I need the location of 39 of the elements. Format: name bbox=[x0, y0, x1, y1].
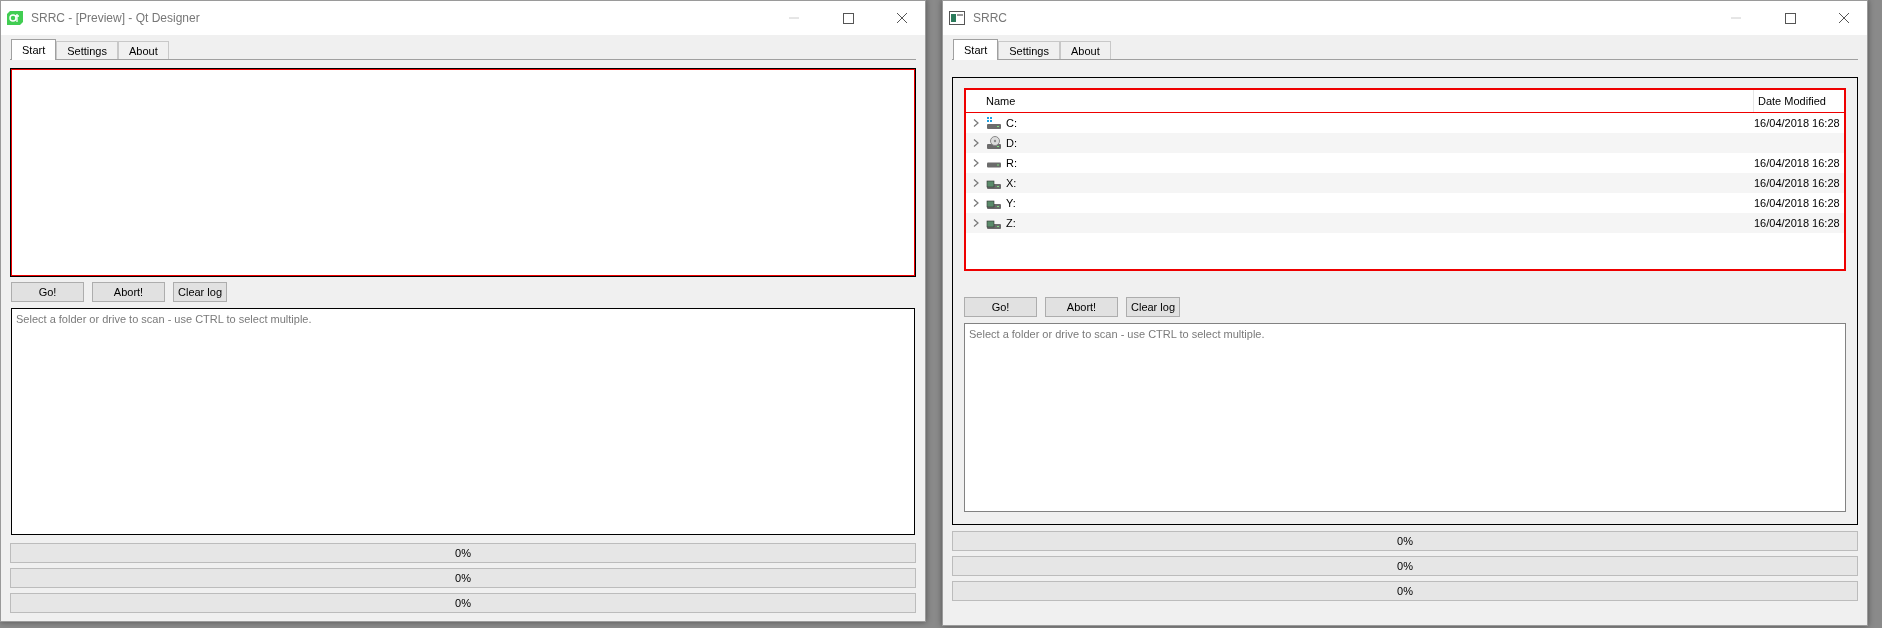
tab[interactable]: Start bbox=[953, 39, 999, 60]
tab[interactable]: Start bbox=[11, 39, 57, 60]
progress-label: 0% bbox=[1397, 535, 1413, 547]
window-title: SRRC bbox=[973, 11, 1008, 25]
app-icon bbox=[7, 11, 23, 25]
push-button[interactable]: Clear log bbox=[1126, 297, 1181, 317]
drive-name[interactable]: Y: bbox=[1006, 197, 1754, 209]
date-modified: 16/04/2018 16:28 bbox=[1754, 197, 1841, 209]
push-button[interactable]: Abort! bbox=[92, 282, 165, 302]
date-modified: 16/04/2018 16:28 bbox=[1754, 217, 1841, 229]
system-drive-icon bbox=[986, 116, 1002, 130]
progress-label: 0% bbox=[455, 547, 471, 559]
drive-name[interactable]: C: bbox=[1006, 117, 1754, 129]
tab[interactable]: About bbox=[1060, 41, 1111, 59]
tab[interactable]: Settings bbox=[998, 41, 1060, 59]
drive-name[interactable]: Z: bbox=[1006, 217, 1754, 229]
window-icon bbox=[949, 11, 965, 25]
column-header[interactable]: Date Modified bbox=[1754, 90, 1844, 112]
date-modified: 16/04/2018 16:28 bbox=[1754, 157, 1841, 169]
push-button[interactable]: Abort! bbox=[1045, 297, 1118, 317]
date-modified: 16/04/2018 16:28 bbox=[1754, 117, 1841, 129]
drive-icon bbox=[986, 162, 1002, 168]
progress-label: 0% bbox=[455, 572, 471, 584]
push-button[interactable]: Go! bbox=[11, 282, 84, 302]
date-modified: 16/04/2018 16:28 bbox=[1754, 177, 1841, 189]
drive-name[interactable]: X: bbox=[1006, 177, 1754, 189]
log-field[interactable]: Select a folder or drive to scan - use CTRL to select multiple. bbox=[11, 308, 915, 535]
column-header[interactable]: Name bbox=[966, 90, 1754, 112]
tab[interactable]: Settings bbox=[56, 41, 118, 59]
progress-label: 0% bbox=[1397, 560, 1413, 572]
window-title: SRRC - [Preview] - Qt Designer bbox=[31, 11, 201, 25]
push-button[interactable]: Clear log bbox=[173, 282, 228, 302]
push-button[interactable]: Go! bbox=[964, 297, 1037, 317]
drive-name[interactable]: R: bbox=[1006, 157, 1754, 169]
log-field[interactable]: Select a folder or drive to scan - use CTRL to select multiple. bbox=[964, 323, 1846, 512]
progress-label: 0% bbox=[455, 597, 471, 609]
progress-label: 0% bbox=[1397, 585, 1413, 597]
optical-drive-icon bbox=[986, 136, 1002, 150]
tab[interactable]: About bbox=[118, 41, 169, 59]
